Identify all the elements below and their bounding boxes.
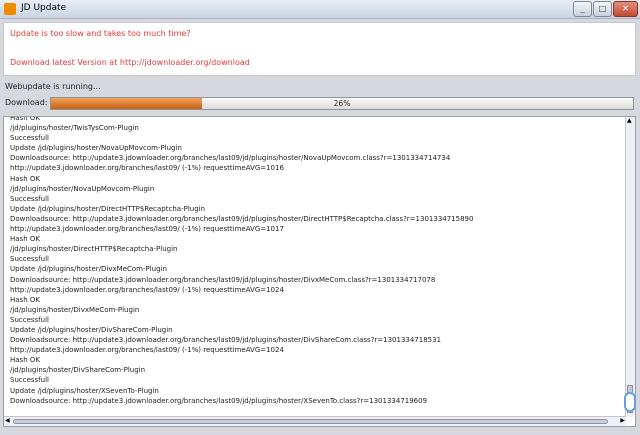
- log-text: Hash OK/jd/plugins/hoster/TwisTysCom-Plu…: [10, 116, 474, 406]
- download-progress-bar: 26%: [50, 97, 634, 110]
- log-line: Downloadsource: http://update3.jdownload…: [10, 275, 436, 284]
- update-log-pane[interactable]: Hash OK/jd/plugins/hoster/TwisTysCom-Plu…: [3, 116, 636, 427]
- log-line: Update /jd/plugins/hoster/DivShareCom-Pl…: [10, 325, 173, 334]
- log-line: Downloadsource: http://update3.jdownload…: [10, 214, 474, 223]
- progress-text: 26%: [333, 99, 351, 108]
- log-line: Successfull: [10, 376, 49, 385]
- log-line: /jd/plugins/hoster/TwisTysCom-Plugin: [10, 124, 139, 133]
- log-line: Hash OK: [10, 116, 40, 122]
- horizontal-scrollbar[interactable]: ◀ ▶: [4, 416, 626, 426]
- log-line: /jd/plugins/hoster/DivShareCom-Plugin: [10, 366, 146, 375]
- log-line: Update /jd/plugins/hoster/NovaUpMovcom-P…: [10, 144, 182, 153]
- title-bar[interactable]: JD Update _ □ ✕: [0, 0, 640, 19]
- log-line: Update /jd/plugins/hoster/DivxMeCom-Plug…: [10, 265, 167, 274]
- jdownloader-app-icon: [4, 3, 16, 15]
- log-line: http://update3.jdownloader.org/branches/…: [10, 164, 284, 173]
- log-line: Downloadsource: http://update3.jdownload…: [10, 154, 451, 163]
- log-line: Hash OK: [10, 174, 40, 183]
- minimize-button[interactable]: _: [573, 1, 592, 17]
- log-line: Successfull: [10, 194, 49, 203]
- log-line: Downloadsource: http://update3.jdownload…: [10, 336, 442, 345]
- scrollbar-corner-knob: [624, 392, 636, 412]
- log-line: /jd/plugins/hoster/DirectHTTP$Recaptcha-…: [10, 245, 178, 254]
- log-line: Successfull: [10, 134, 49, 143]
- maximize-button[interactable]: □: [593, 1, 612, 17]
- log-line: Successfull: [10, 255, 49, 264]
- vertical-scrollbar[interactable]: ▲: [625, 117, 635, 417]
- scroll-left-arrow-icon[interactable]: ◀: [5, 417, 10, 425]
- log-line: Update /jd/plugins/hoster/DirectHTTP$Rec…: [10, 204, 206, 213]
- log-line: http://update3.jdownloader.org/branches/…: [10, 225, 284, 234]
- scroll-right-arrow-icon[interactable]: ▶: [620, 417, 625, 425]
- scroll-up-arrow-icon[interactable]: ▲: [627, 117, 632, 125]
- banner-download-link[interactable]: Download latest Version at http://jdownl…: [10, 58, 250, 67]
- download-label: Download:: [5, 98, 48, 107]
- log-line: http://update3.jdownloader.org/branches/…: [10, 285, 284, 294]
- log-line: /jd/plugins/hoster/NovaUpMovcom-Plugin: [10, 184, 155, 193]
- horizontal-scroll-thumb[interactable]: [13, 419, 608, 424]
- banner-line-slow: Update is too slow and takes too much ti…: [10, 29, 191, 38]
- log-line: /jd/plugins/hoster/DivxMeCom-Plugin: [10, 305, 140, 314]
- status-text: Webupdate is running...: [5, 82, 101, 91]
- log-line: Successfull: [10, 315, 49, 324]
- log-line: Hash OK: [10, 235, 40, 244]
- log-line: Update /jd/plugins/hoster/XSevenTo-Plugi…: [10, 386, 159, 395]
- window-title: JD Update: [21, 3, 67, 13]
- close-button[interactable]: ✕: [613, 1, 638, 17]
- log-line: Downloadsource: http://update3.jdownload…: [10, 396, 428, 405]
- log-line: Hash OK: [10, 356, 40, 365]
- log-line: http://update3.jdownloader.org/branches/…: [10, 346, 284, 355]
- log-line: Hash OK: [10, 295, 40, 304]
- update-banner: Update is too slow and takes too much ti…: [3, 22, 636, 76]
